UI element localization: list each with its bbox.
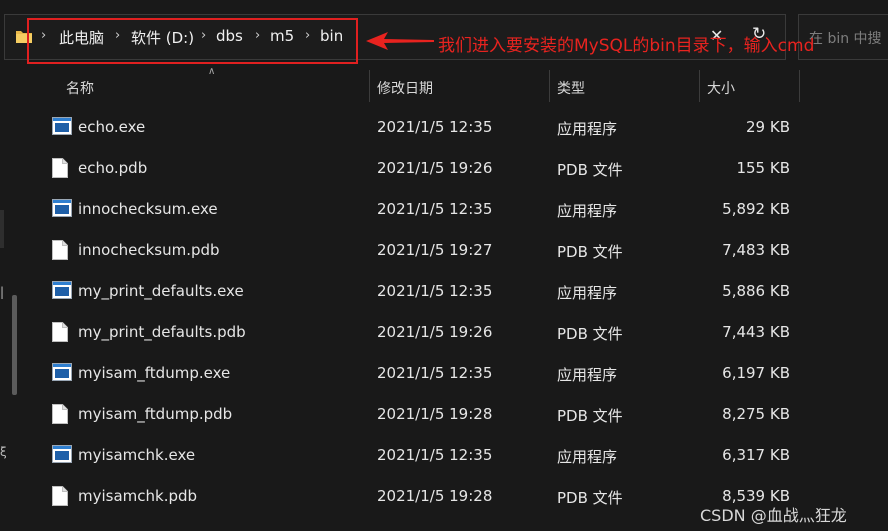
file-date: 2021/1/5 12:35 xyxy=(377,200,493,218)
table-row[interactable]: innochecksum.exe 2021/1/5 12:35 应用程序 5,892 … xyxy=(32,190,842,231)
file-size: 5,892 KB xyxy=(722,200,790,218)
file-date: 2021/1/5 19:27 xyxy=(377,241,493,259)
file-name: myisamchk.exe xyxy=(78,446,196,464)
file-type: PDB 文件 xyxy=(557,325,623,343)
column-divider[interactable] xyxy=(799,70,800,102)
file-icon xyxy=(52,240,68,264)
file-type: 应用程序 xyxy=(557,120,618,138)
exe-icon xyxy=(52,117,72,139)
file-name: myisam_ftdump.pdb xyxy=(78,405,233,423)
file-date: 2021/1/5 12:35 xyxy=(377,118,493,136)
exe-icon xyxy=(52,199,72,221)
column-divider[interactable] xyxy=(369,70,370,102)
table-row[interactable]: innochecksum.pdb 2021/1/5 19:27 PDB 文件 7,48… xyxy=(32,231,842,272)
nav-pane-item[interactable] xyxy=(0,210,4,248)
file-size: 7,443 KB xyxy=(722,323,790,341)
file-date: 2021/1/5 19:26 xyxy=(377,159,493,177)
file-size: 6,317 KB xyxy=(722,446,790,464)
file-type: 应用程序 xyxy=(557,366,618,384)
file-size: 5,886 KB xyxy=(722,282,790,300)
file-icon xyxy=(52,322,68,346)
table-row[interactable]: my_print_defaults.exe 2021/1/5 12:35 应用程序 5… xyxy=(32,272,842,313)
file-date: 2021/1/5 19:28 xyxy=(377,405,493,423)
file-size: 155 KB xyxy=(736,159,790,177)
file-date: 2021/1/5 12:35 xyxy=(377,446,493,464)
annotation-highlight-box xyxy=(27,18,358,64)
nav-pane-scrollbar[interactable] xyxy=(12,295,17,395)
exe-icon xyxy=(52,281,72,303)
table-row[interactable]: myisamchk.exe 2021/1/5 12:35 应用程序 6,317 KB xyxy=(32,436,842,477)
file-type: PDB 文件 xyxy=(557,407,623,425)
file-name: myisam_ftdump.exe xyxy=(78,364,231,382)
file-name: innochecksum.pdb xyxy=(78,241,220,259)
file-name: my_print_defaults.pdb xyxy=(78,323,246,341)
file-icon xyxy=(52,486,68,510)
file-name: innochecksum.exe xyxy=(78,200,218,218)
column-header-date[interactable]: 修改日期 xyxy=(377,78,433,98)
file-size: 29 KB xyxy=(746,118,790,136)
file-name: my_print_defaults.exe xyxy=(78,282,244,300)
column-header-size[interactable]: 大小 xyxy=(707,78,735,98)
file-name: myisamchk.pdb xyxy=(78,487,198,505)
watermark: CSDN @血战灬狂龙 xyxy=(700,506,847,525)
column-divider[interactable] xyxy=(699,70,700,102)
nav-pane-label-fragment: ξ xyxy=(0,445,7,459)
table-row[interactable]: echo.exe 2021/1/5 12:35 应用程序 29 KB xyxy=(32,108,842,149)
file-icon xyxy=(52,158,68,182)
navigation-pane: | ξ xyxy=(0,60,22,531)
file-size: 6,197 KB xyxy=(722,364,790,382)
column-header-type[interactable]: 类型 xyxy=(557,78,585,98)
search-placeholder: 在 bin 中搜 xyxy=(809,31,882,47)
file-name: echo.pdb xyxy=(78,159,148,177)
sort-ascending-icon: ∧ xyxy=(208,66,216,77)
table-row[interactable]: my_print_defaults.pdb 2021/1/5 19:26 PDB 文… xyxy=(32,313,842,354)
file-icon xyxy=(52,404,68,428)
file-size: 7,483 KB xyxy=(722,241,790,259)
file-type: PDB 文件 xyxy=(557,243,623,261)
column-divider[interactable] xyxy=(549,70,550,102)
arrow-left-icon xyxy=(366,30,434,56)
file-name: echo.exe xyxy=(78,118,146,136)
file-type: PDB 文件 xyxy=(557,161,623,179)
file-type: 应用程序 xyxy=(557,284,618,302)
file-date: 2021/1/5 19:28 xyxy=(377,487,493,505)
table-row[interactable]: echo.pdb 2021/1/5 19:26 PDB 文件 155 KB xyxy=(32,149,842,190)
exe-icon xyxy=(52,445,72,467)
file-type: 应用程序 xyxy=(557,448,618,466)
file-size: 8,275 KB xyxy=(722,405,790,423)
file-date: 2021/1/5 12:35 xyxy=(377,282,493,300)
table-row[interactable]: myisam_ftdump.pdb 2021/1/5 19:28 PDB 文件 8,2… xyxy=(32,395,842,436)
file-type: PDB 文件 xyxy=(557,489,623,507)
annotation-text: 我们进入要安装的MySQL的bin目录下，输入cmd xyxy=(438,36,815,56)
exe-icon xyxy=(52,363,72,385)
file-date: 2021/1/5 12:35 xyxy=(377,364,493,382)
file-explorer-window: › 此电脑 › 软件 (D:) › dbs › m5 › bin ✕ ↻ 在 b… xyxy=(0,0,888,531)
nav-pane-label-fragment: | xyxy=(0,285,5,299)
table-row[interactable]: myisam_ftdump.exe 2021/1/5 12:35 应用程序 6,197… xyxy=(32,354,842,395)
column-header-name[interactable]: 名称 xyxy=(66,78,94,98)
file-date: 2021/1/5 19:26 xyxy=(377,323,493,341)
file-type: 应用程序 xyxy=(557,202,618,220)
